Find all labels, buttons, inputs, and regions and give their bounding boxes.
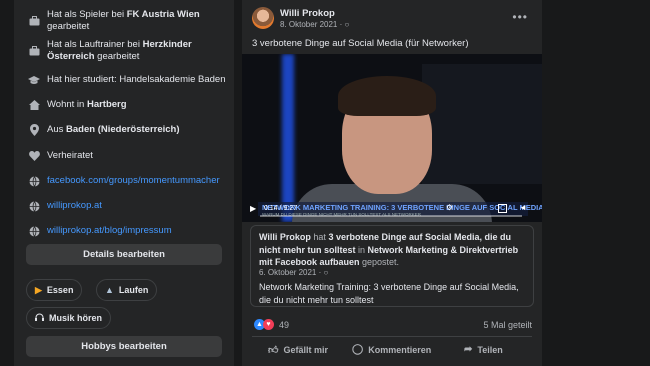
- home-icon: [28, 99, 40, 111]
- reactions-count: 49: [279, 319, 290, 330]
- edit-details-button[interactable]: Details bearbeiten: [26, 244, 222, 265]
- share-arrow-icon: ➦: [464, 344, 473, 355]
- video-background-chair: [422, 64, 542, 184]
- about-item-work-2: Hat als Lauftrainer bei Herzkinder Öster…: [28, 39, 226, 63]
- more-options-icon[interactable]: •••: [512, 10, 528, 24]
- about-text: Hat als Lauftrainer bei Herzkinder Öster…: [47, 39, 192, 62]
- shared-post-header: Willi Prokop hat 3 verbotene Dinge auf S…: [259, 232, 519, 267]
- website-link[interactable]: williprokop.at: [47, 200, 102, 212]
- about-item-hometown: Aus Baden (Niederösterreich): [28, 124, 226, 136]
- about-text: Verheiratet: [47, 150, 93, 161]
- website-link[interactable]: facebook.com/groups/momentummacher: [47, 175, 220, 187]
- post-date: 8. Oktober 2021 · ○: [280, 20, 349, 29]
- heart-icon: [28, 150, 40, 162]
- globe-icon: [28, 225, 40, 237]
- hobby-chip-laufen[interactable]: ▲ Laufen: [96, 279, 158, 301]
- post-card: Willi Prokop 8. Oktober 2021 · ○ ••• 3 v…: [242, 0, 542, 366]
- about-text: Hat hier studiert: Handelsakademie Baden: [47, 74, 226, 85]
- briefcase-icon: [28, 15, 40, 27]
- comment-bubble-icon: ◯: [352, 344, 364, 355]
- comment-button[interactable]: ◯ Kommentieren: [352, 344, 431, 355]
- about-text: Hat als Spieler bei FK Austria Wien gear…: [47, 9, 200, 32]
- hobby-label: Laufen: [118, 285, 149, 295]
- hobby-chip-essen[interactable]: ▶ Essen: [26, 279, 83, 301]
- food-icon: ▶: [35, 284, 42, 295]
- like-button[interactable]: 👍︎ Gefällt mir: [268, 344, 328, 356]
- shared-author[interactable]: Willi Prokop: [259, 232, 311, 242]
- post-author[interactable]: Willi Prokop: [280, 8, 335, 19]
- hobby-label: Essen: [46, 285, 74, 295]
- video-person-hair: [338, 76, 436, 116]
- video-background-light: [282, 54, 294, 222]
- video-player[interactable]: NETWORK MARKETING TRAINING: 3 VERBOTENE …: [242, 54, 542, 222]
- love-reaction-icon: ♥: [263, 319, 274, 330]
- hobby-chip-musik[interactable]: Musik hören: [26, 307, 112, 329]
- website-link[interactable]: williprokop.at/blog/impressum: [47, 225, 172, 237]
- hometown-link[interactable]: Baden (Niederösterreich): [66, 124, 180, 135]
- video-time: 0:14 / 9:27: [264, 205, 298, 212]
- divider: [252, 336, 532, 337]
- post-text: 3 verbotene Dinge auf Social Media (für …: [252, 38, 469, 49]
- intro-panel: Hat als Spieler bei FK Austria Wien gear…: [14, 0, 234, 366]
- post-timestamp[interactable]: 8. Oktober 2021 ·: [280, 20, 344, 29]
- about-item-website-3: williprokop.at/blog/impressum: [28, 225, 226, 237]
- about-text: Aus Baden (Niederösterreich): [47, 124, 180, 135]
- video-progress-bar[interactable]: [260, 215, 522, 217]
- graduation-cap-icon: [28, 74, 40, 86]
- about-item-work-1: Hat als Spieler bei FK Austria Wien gear…: [28, 9, 226, 33]
- share-button[interactable]: ➦ Teilen: [464, 344, 503, 355]
- reactions-summary[interactable]: ▲ ♥ 49: [254, 319, 289, 330]
- edit-hobbies-button[interactable]: Hobbys bearbeiten: [26, 336, 222, 357]
- about-item-relationship: Verheiratet: [28, 150, 226, 162]
- city-link[interactable]: Hartberg: [87, 99, 127, 110]
- fullscreen-icon[interactable]: [498, 204, 507, 213]
- play-icon[interactable]: ▶: [250, 204, 256, 213]
- about-item-website-2: williprokop.at: [28, 200, 226, 212]
- shared-post-text: Network Marketing Training: 3 verbotene …: [259, 282, 519, 305]
- volume-icon[interactable]: ◄: [519, 203, 527, 212]
- about-item-home: Wohnt in Hartberg: [28, 99, 226, 111]
- about-item-website-1: facebook.com/groups/momentummacher: [28, 175, 226, 187]
- about-text: Wohnt in Hartberg: [47, 99, 127, 110]
- headphones-icon: [35, 313, 44, 323]
- briefcase-icon: [28, 45, 40, 57]
- globe-icon: ○: [323, 268, 329, 277]
- shared-post-card[interactable]: Willi Prokop hat 3 verbotene Dinge auf S…: [250, 225, 534, 307]
- avatar[interactable]: [252, 7, 274, 29]
- globe-icon: [28, 175, 40, 187]
- about-item-education: Hat hier studiert: Handelsakademie Baden: [28, 74, 226, 86]
- hobby-label: Musik hören: [49, 313, 103, 323]
- globe-icon: [28, 200, 40, 212]
- audience-globe-icon: ○: [344, 20, 350, 29]
- settings-gear-icon[interactable]: ⚙: [446, 203, 453, 212]
- running-shoe-icon: ▲: [105, 285, 114, 295]
- shared-post-date: 6. Oktober 2021 · ○: [259, 268, 329, 277]
- location-pin-icon: [28, 124, 40, 136]
- share-count[interactable]: 5 Mal geteilt: [483, 320, 532, 330]
- thumbs-up-icon: 👍︎: [268, 345, 279, 356]
- employer-link[interactable]: FK Austria Wien: [127, 9, 200, 20]
